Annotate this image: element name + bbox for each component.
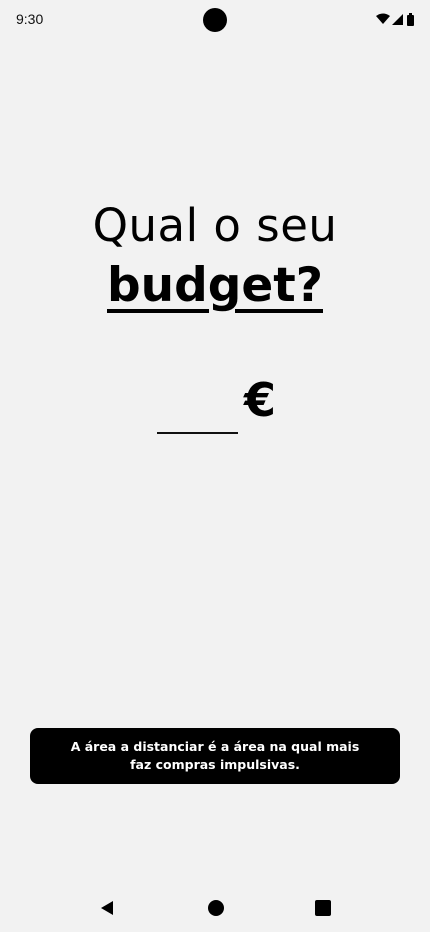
home-button[interactable]: [206, 898, 226, 918]
budget-field: [157, 386, 238, 434]
status-icons-graphic: [376, 13, 414, 26]
system-nav-bar: [0, 888, 430, 928]
wifi-icon: [376, 13, 390, 24]
recents-button[interactable]: [313, 898, 333, 918]
home-icon: [208, 900, 224, 916]
tip-banner: A área a distanciar é a área na qual mai…: [30, 728, 400, 784]
currency-symbol: €: [244, 373, 277, 427]
recents-icon: [315, 900, 331, 916]
status-icons: [376, 12, 418, 28]
title-line-2: budget?: [107, 258, 323, 313]
tip-text: A área a distanciar é a área na qual mai…: [70, 739, 360, 772]
title-line-1: Qual o seu: [92, 199, 338, 252]
camera-cutout: [203, 8, 227, 32]
budget-input[interactable]: [157, 386, 238, 434]
status-time: 9:30: [16, 11, 44, 27]
status-bar: 9:30: [0, 0, 430, 40]
battery-icon: [407, 13, 414, 26]
back-icon: [101, 901, 113, 915]
page-title: Qual o seu budget?: [0, 196, 430, 316]
signal-icon: [392, 14, 403, 25]
back-button[interactable]: [97, 898, 117, 918]
